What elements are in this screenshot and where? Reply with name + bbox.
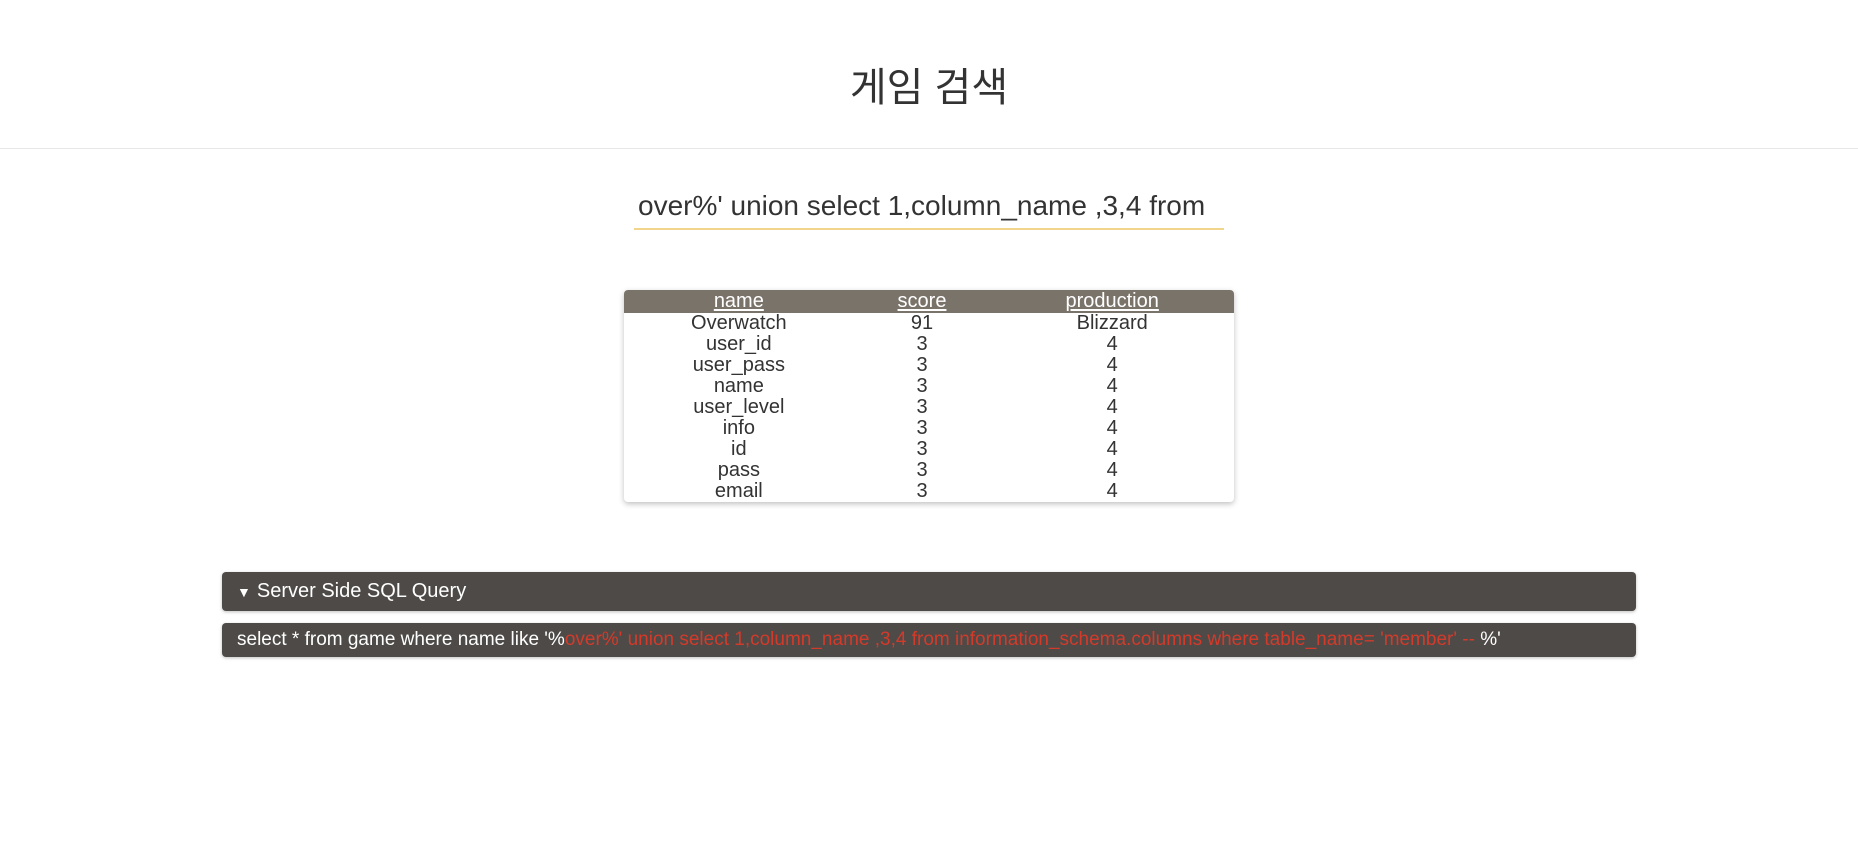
col-header-production: production [990, 290, 1234, 313]
results-table: name score production Overwatch91Blizzar… [624, 290, 1234, 502]
results-table-wrapper: name score production Overwatch91Blizzar… [624, 290, 1234, 502]
cell-name: user_id [624, 334, 854, 355]
cell-score: 3 [854, 397, 991, 418]
header-section: 게임 검색 [0, 0, 1858, 149]
table-section: name score production Overwatch91Blizzar… [0, 240, 1858, 532]
cell-production: 4 [990, 355, 1234, 376]
query-suffix: %' [1480, 629, 1501, 650]
cell-score: 3 [854, 439, 991, 460]
cell-production: 4 [990, 376, 1234, 397]
cell-score: 3 [854, 334, 991, 355]
search-input[interactable] [634, 184, 1224, 230]
cell-name: id [624, 439, 854, 460]
table-row: user_id34 [624, 334, 1234, 355]
cell-score: 3 [854, 481, 991, 502]
search-section [0, 149, 1858, 240]
cell-production: 4 [990, 397, 1234, 418]
cell-production: 4 [990, 481, 1234, 502]
query-panel-title: Server Side SQL Query [257, 580, 466, 603]
cell-production: Blizzard [990, 313, 1234, 334]
cell-score: 3 [854, 355, 991, 376]
table-header-row: name score production [624, 290, 1234, 313]
table-row: user_pass34 [624, 355, 1234, 376]
cell-name: Overwatch [624, 313, 854, 334]
cell-name: user_level [624, 397, 854, 418]
cell-score: 91 [854, 313, 991, 334]
cell-score: 3 [854, 460, 991, 481]
query-section: ▼ Server Side SQL Query select * from ga… [222, 572, 1636, 657]
query-panel-body: select * from game where name like '%ove… [222, 623, 1636, 657]
table-row: name34 [624, 376, 1234, 397]
col-header-name: name [624, 290, 854, 313]
triangle-down-icon: ▼ [237, 584, 251, 600]
cell-name: email [624, 481, 854, 502]
table-row: email34 [624, 481, 1234, 502]
col-header-score: score [854, 290, 991, 313]
cell-production: 4 [990, 439, 1234, 460]
query-panel-header[interactable]: ▼ Server Side SQL Query [222, 572, 1636, 611]
query-injected: over%' union select 1,column_name ,3,4 f… [565, 629, 1480, 650]
cell-name: user_pass [624, 355, 854, 376]
table-row: info34 [624, 418, 1234, 439]
cell-production: 4 [990, 334, 1234, 355]
cell-name: name [624, 376, 854, 397]
cell-name: pass [624, 460, 854, 481]
cell-name: info [624, 418, 854, 439]
table-row: id34 [624, 439, 1234, 460]
cell-score: 3 [854, 376, 991, 397]
cell-production: 4 [990, 460, 1234, 481]
page-title: 게임 검색 [0, 55, 1858, 113]
cell-production: 4 [990, 418, 1234, 439]
table-row: Overwatch91Blizzard [624, 313, 1234, 334]
query-prefix: select * from game where name like '% [237, 629, 565, 650]
table-row: user_level34 [624, 397, 1234, 418]
table-row: pass34 [624, 460, 1234, 481]
cell-score: 3 [854, 418, 991, 439]
results-tbody: Overwatch91Blizzarduser_id34user_pass34n… [624, 313, 1234, 502]
